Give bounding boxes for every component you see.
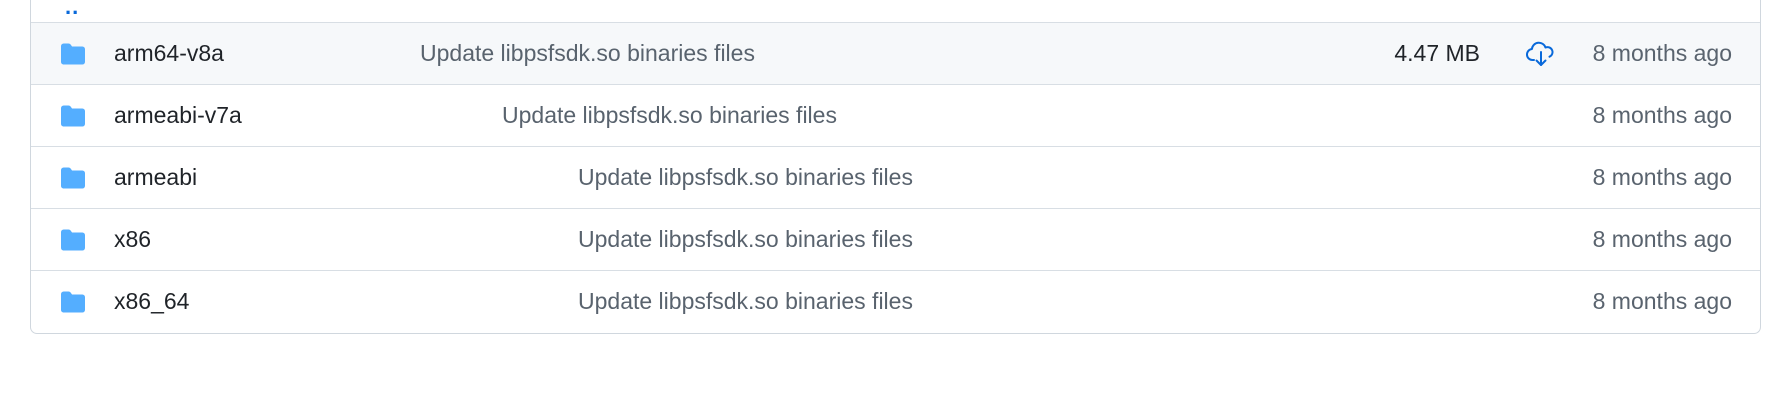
- commit-message-link[interactable]: Update libpsfsdk.so binaries files: [578, 226, 913, 253]
- commit-message-link[interactable]: Update libpsfsdk.so binaries files: [420, 40, 755, 67]
- last-modified-link[interactable]: 8 months ago: [1593, 226, 1732, 253]
- table-row[interactable]: armeabi-v7a Update libpsfsdk.so binaries…: [31, 85, 1760, 147]
- folder-icon: [61, 229, 85, 251]
- commit-message-link[interactable]: Update libpsfsdk.so binaries files: [502, 102, 837, 129]
- parent-directory-link[interactable]: ..: [65, 0, 79, 20]
- folder-name-link[interactable]: armeabi-v7a: [114, 102, 242, 129]
- table-row[interactable]: x86 Update libpsfsdk.so binaries files 8…: [31, 209, 1760, 271]
- commit-message-link[interactable]: Update libpsfsdk.so binaries files: [578, 288, 913, 315]
- folder-icon: [61, 291, 85, 313]
- table-row[interactable]: arm64-v8a Update libpsfsdk.so binaries f…: [31, 23, 1760, 85]
- folder-name-link[interactable]: armeabi: [114, 164, 197, 191]
- table-row[interactable]: armeabi Update libpsfsdk.so binaries fil…: [31, 147, 1760, 209]
- commit-message-link[interactable]: Update libpsfsdk.so binaries files: [578, 164, 913, 191]
- last-modified-link[interactable]: 8 months ago: [1593, 40, 1732, 67]
- folder-name-link[interactable]: x86_64: [114, 288, 189, 315]
- folder-icon: [61, 105, 85, 127]
- last-modified-link[interactable]: 8 months ago: [1593, 102, 1732, 129]
- last-modified-link[interactable]: 8 months ago: [1593, 164, 1732, 191]
- file-size: 4.47 MB: [1394, 40, 1480, 66]
- folder-name-link[interactable]: x86: [114, 226, 151, 253]
- last-modified-link[interactable]: 8 months ago: [1593, 288, 1732, 315]
- file-table: .. arm64-v8a Update libpsfsdk.so binarie…: [30, 0, 1761, 334]
- folder-icon: [61, 167, 85, 189]
- parent-directory-row[interactable]: ..: [31, 0, 1760, 23]
- table-row[interactable]: x86_64 Update libpsfsdk.so binaries file…: [31, 271, 1760, 333]
- cloud-download-icon[interactable]: [1526, 41, 1556, 67]
- folder-name-link[interactable]: arm64-v8a: [114, 40, 224, 67]
- folder-icon: [61, 43, 85, 65]
